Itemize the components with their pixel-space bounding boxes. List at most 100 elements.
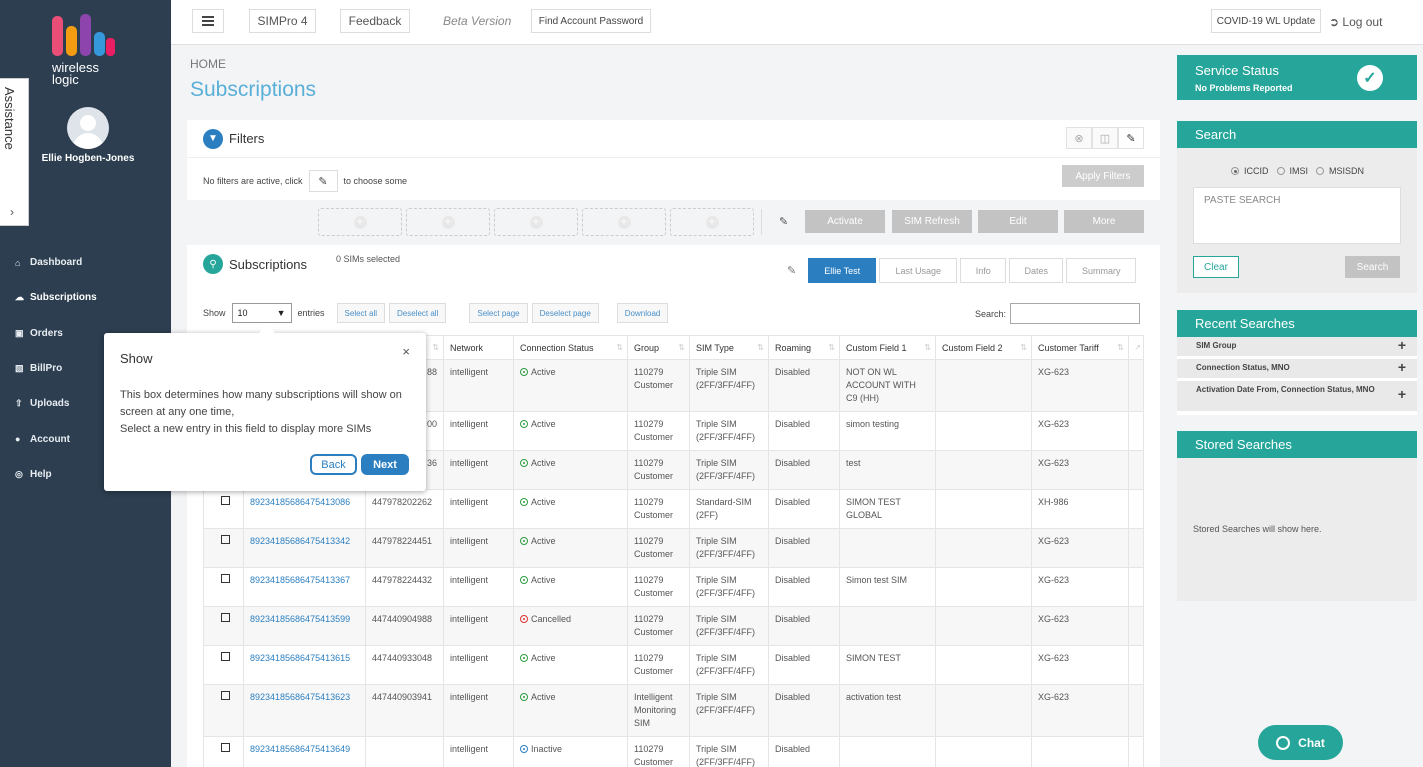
avatar[interactable] [67, 107, 109, 149]
activate-button[interactable]: Activate [805, 210, 885, 233]
recent-search-item[interactable]: Connection Status, MNO + [1177, 359, 1417, 378]
edit-button[interactable]: Edit [978, 210, 1058, 233]
iccid-text[interactable]: 89234185686475413623 [250, 692, 350, 702]
row-checkbox[interactable] [221, 613, 230, 622]
table-row[interactable]: 89234185686475413615 447440933048 intellig… [203, 645, 1144, 685]
iccid-text[interactable]: 89234185686475413367 [250, 575, 350, 585]
cf1-text: SIMON TEST [846, 653, 901, 663]
radio-iccid[interactable] [1231, 167, 1239, 175]
cell-iccid[interactable]: 89234185686475413342 [243, 528, 366, 568]
column-header-group[interactable]: Group ⇅ [627, 335, 690, 360]
column-header-connection-status[interactable]: Connection Status ⇅ [513, 335, 628, 360]
deselect-all-button[interactable]: Deselect all [389, 303, 447, 323]
download-button[interactable]: Download [616, 303, 669, 323]
chat-button[interactable]: Chat [1258, 725, 1343, 760]
select-page-button[interactable]: Select page [469, 303, 528, 323]
table-row[interactable]: 89234185686475413342 447978224451 intellig… [203, 528, 1144, 568]
logout-link[interactable]: ➲ Log out [1329, 15, 1382, 29]
row-checkbox[interactable] [221, 652, 230, 661]
plus-icon[interactable]: + [1398, 338, 1406, 352]
column-header-custom-field-2[interactable]: Custom Field 2 ⇅ [935, 335, 1032, 360]
tab-last-usage[interactable]: Last Usage [879, 258, 958, 283]
clear-button[interactable]: Clear [1193, 256, 1239, 278]
select-all-button[interactable]: Select all [336, 303, 385, 323]
row-checkbox[interactable] [221, 691, 230, 700]
expand-columns-icon[interactable]: ↗ [1128, 335, 1144, 360]
breadcrumb[interactable]: HOME [190, 57, 226, 71]
column-header-customer-tariff[interactable]: Customer Tariff ⇅ [1031, 335, 1129, 360]
close-icon[interactable]: × [402, 344, 410, 359]
column-header-network[interactable]: Network [443, 335, 514, 360]
tab-info[interactable]: Info [960, 258, 1007, 283]
iccid-text[interactable]: 89234185686475413342 [250, 536, 350, 546]
table-row[interactable]: 89234185686475413649 intelligent Inactive 1… [203, 736, 1144, 767]
more-button[interactable]: More [1064, 210, 1144, 233]
cell-iccid[interactable]: 89234185686475413599 [243, 606, 366, 646]
plus-icon[interactable]: + [1398, 387, 1406, 401]
chevron-right-icon[interactable]: › [10, 205, 14, 219]
sidebar-item-subscriptions[interactable]: ☁ Subscriptions [0, 280, 171, 315]
add-action-slot[interactable]: + [406, 208, 490, 236]
covid-update-button[interactable]: COVID-19 WL Update [1211, 9, 1321, 33]
table-search-input[interactable] [1010, 303, 1141, 324]
cell-cf1 [839, 606, 936, 646]
sidebar-item-label: Help [30, 468, 52, 480]
add-action-slot[interactable]: + [318, 208, 402, 236]
radio-imsi[interactable] [1276, 167, 1285, 175]
tab-summary[interactable]: Summary [1066, 258, 1137, 283]
cell-iccid[interactable]: 89234185686475413086 [243, 489, 366, 529]
edit-actions-icon[interactable]: ✎ [779, 215, 788, 228]
table-row[interactable]: 89234185686475413086 447978202262 intellig… [203, 489, 1144, 529]
tab-dates[interactable]: Dates [1009, 258, 1064, 283]
entries-select[interactable]: 10 ▼ [231, 303, 292, 323]
sim-refresh-button[interactable]: SIM Refresh [892, 210, 972, 233]
search-button[interactable]: Search [1345, 256, 1400, 278]
back-button[interactable]: Back [310, 454, 357, 475]
cell-iccid[interactable]: 89234185686475413615 [243, 645, 366, 685]
apply-filters-button[interactable]: Apply Filters [1062, 165, 1144, 187]
menu-toggle-button[interactable] [192, 9, 224, 33]
recent-search-item[interactable]: SIM Group + [1177, 337, 1417, 356]
row-checkbox[interactable] [221, 535, 230, 544]
pencil-icon[interactable]: ✎ [308, 170, 338, 192]
recent-search-item[interactable]: Activation Date From, Connection Status,… [1177, 381, 1417, 411]
iccid-text[interactable]: 89234185686475413649 [250, 744, 350, 754]
edit-filter-icon[interactable]: ✎ [1118, 127, 1144, 149]
msisdn-text: 447440933048 [372, 653, 433, 663]
column-header-custom-field-1[interactable]: Custom Field 1 ⇅ [839, 335, 936, 360]
plus-icon: + [529, 215, 543, 229]
paste-search-input[interactable]: PASTE SEARCH [1193, 187, 1401, 244]
edit-tabs-icon[interactable]: ✎ [787, 264, 796, 277]
tab-ellie-test[interactable]: Ellie Test [808, 258, 877, 283]
add-action-slot[interactable]: + [582, 208, 666, 236]
add-action-slot[interactable]: + [670, 208, 754, 236]
iccid-text[interactable]: 89234185686475413599 [250, 614, 350, 624]
feedback-button[interactable]: Feedback [340, 9, 410, 33]
column-header-roaming[interactable]: Roaming ⇅ [768, 335, 840, 360]
row-checkbox[interactable] [221, 743, 230, 752]
clear-filter-icon[interactable]: ⊗ [1066, 127, 1092, 149]
cell-iccid[interactable]: 89234185686475413649 [243, 736, 366, 767]
simpro-button[interactable]: SIMPro 4 [249, 9, 316, 33]
trash-icon[interactable]: ◫ [1092, 127, 1118, 149]
deselect-page-button[interactable]: Deselect page [531, 303, 599, 323]
column-header-sim-type[interactable]: SIM Type ⇅ [689, 335, 769, 360]
row-checkbox[interactable] [221, 574, 230, 583]
plus-icon[interactable]: + [1398, 360, 1406, 374]
table-row[interactable]: 89234185686475413623 447440903941 intellig… [203, 684, 1144, 737]
find-account-password-button[interactable]: Find Account Password [531, 9, 651, 33]
table-row[interactable]: 89234185686475413599 447440904988 intellig… [203, 606, 1144, 646]
next-button[interactable]: Next [361, 454, 409, 475]
iccid-text[interactable]: 89234185686475413615 [250, 653, 350, 663]
iccid-text[interactable]: 89234185686475413086 [250, 497, 350, 507]
cell-iccid[interactable]: 89234185686475413367 [243, 567, 366, 607]
cell-iccid[interactable]: 89234185686475413623 [243, 684, 366, 737]
radio-msisdn[interactable] [1316, 167, 1325, 175]
search-type-radios: ICCID IMSI MSISDN [1223, 166, 1364, 176]
row-checkbox[interactable] [221, 496, 230, 505]
add-action-slot[interactable]: + [494, 208, 578, 236]
assistance-tab[interactable]: Assistance › [0, 78, 29, 226]
sidebar-item-dashboard[interactable]: ⌂ Dashboard [0, 245, 171, 280]
table-row[interactable]: 89234185686475413367 447978224432 intellig… [203, 567, 1144, 607]
table-controls: Show 10 ▼ entries Select all Deselect all… [203, 303, 669, 323]
